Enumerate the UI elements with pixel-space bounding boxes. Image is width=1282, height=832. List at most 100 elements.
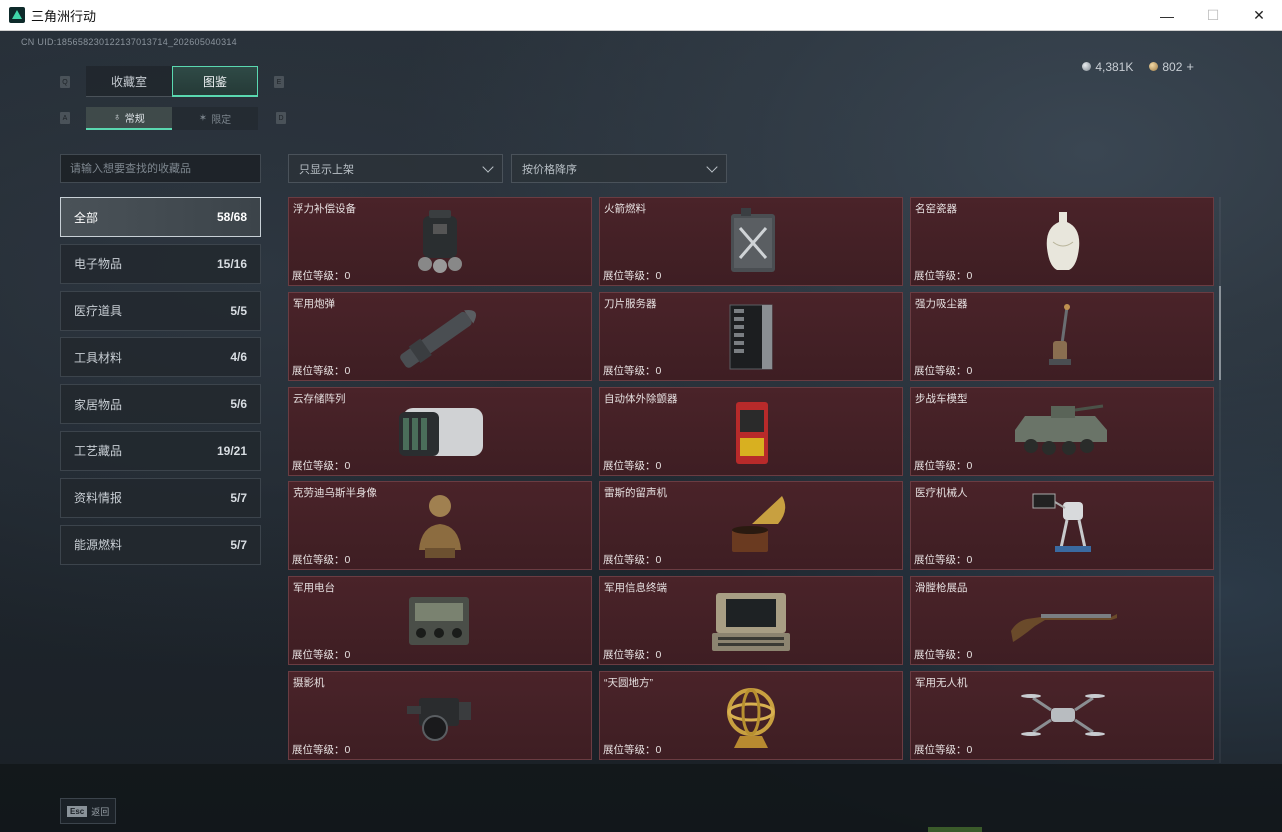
- item-display-level: 展位等级：0: [292, 270, 351, 282]
- scrollbar-thumb[interactable]: [1219, 286, 1221, 380]
- item-display-level: 展位等级：0: [603, 744, 662, 756]
- gold-currency: 802 +: [1149, 59, 1194, 74]
- item-name: 强力吸尘器: [915, 297, 968, 310]
- blade-server-icon: [696, 301, 806, 373]
- item-card[interactable]: 滑膛枪展品 展位等级：0: [910, 576, 1214, 666]
- item-card[interactable]: 克劳迪乌斯半身像 展位等级：0: [288, 481, 592, 571]
- category-count: 19/21: [216, 443, 247, 458]
- defibrillator-icon: [696, 396, 806, 468]
- item-name: 克劳迪乌斯半身像: [293, 487, 377, 500]
- item-display-level: 展位等级：0: [292, 649, 351, 662]
- user-uid: CN UID:1856582301221370137​14_2026050403…: [21, 37, 237, 47]
- item-display-level: 展位等级：0: [914, 554, 973, 567]
- item-card[interactable]: 军用信息终端 展位等级：0: [599, 576, 903, 666]
- item-name: 军用信息终端: [604, 582, 667, 595]
- category-count: 5/5: [230, 303, 247, 318]
- item-display-level: 展位等级：0: [914, 744, 973, 756]
- buoyancy-device-icon: [385, 206, 495, 278]
- item-name: 军用无人机: [915, 677, 968, 689]
- minimize-button[interactable]: —: [1144, 0, 1190, 31]
- subtab-normal-label: 常规: [124, 114, 145, 125]
- item-name: 步战车模型: [915, 392, 968, 405]
- sort-dropdown[interactable]: 按价格降序: [511, 154, 727, 183]
- tab-collection-room[interactable]: 收藏室: [86, 66, 172, 97]
- item-card[interactable]: 刀片服务器 展位等级：0: [599, 291, 903, 381]
- category-count: 4/6: [230, 350, 247, 365]
- item-display-level: 展位等级：0: [292, 744, 351, 756]
- key-hint-a: A: [60, 112, 70, 124]
- gold-coin-icon: [1149, 62, 1159, 71]
- game-area: CN UID:1856582301221370137​14_2026050403…: [0, 31, 1282, 832]
- camera-icon: [385, 680, 495, 752]
- subtab-limited[interactable]: ✶ 限定: [172, 107, 258, 130]
- sort-label: 按价格降序: [522, 163, 577, 176]
- info-terminal-icon: [696, 585, 806, 657]
- add-currency-button[interactable]: +: [1186, 59, 1194, 74]
- category-count: 5/7: [230, 537, 247, 552]
- armillary-sphere-icon: [696, 680, 806, 752]
- category-energy[interactable]: 能源燃料 5/7: [60, 524, 261, 565]
- tab-catalog[interactable]: 图鉴: [172, 66, 258, 97]
- item-card[interactable]: 摄影机 展位等级：0: [288, 671, 592, 760]
- close-button[interactable]: ✕: [1236, 0, 1282, 31]
- category-crafts[interactable]: 工艺藏品 19/21: [60, 430, 261, 471]
- category-electronics[interactable]: 电子物品 15/16: [60, 243, 261, 284]
- shelf-filter-dropdown[interactable]: 只显示上架: [288, 154, 503, 183]
- item-card[interactable]: 云存储阵列 展位等级：0: [288, 386, 592, 476]
- category-label: 工艺藏品: [74, 444, 123, 459]
- category-household[interactable]: 家居物品 5/6: [60, 384, 261, 425]
- item-display-level: 展位等级：0: [292, 459, 351, 472]
- window-controls: — ☐ ✕: [1144, 0, 1282, 31]
- item-card[interactable]: 名窑瓷器 展位等级：0: [910, 197, 1214, 286]
- back-label: 返回: [91, 806, 110, 817]
- scroll-track: [1219, 197, 1221, 763]
- category-count: 5/7: [230, 490, 247, 505]
- item-name: “天圆地方”: [604, 677, 653, 689]
- item-display-level: 展位等级：0: [603, 649, 662, 662]
- shelf-filter-label: 只显示上架: [299, 163, 354, 176]
- item-card[interactable]: 军用无人机展位等级：0: [910, 671, 1214, 760]
- category-medical[interactable]: 医疗道具 5/5: [60, 290, 261, 331]
- item-card[interactable]: 军用炮弹 展位等级：0: [288, 291, 592, 381]
- app-logo-icon: [9, 7, 25, 23]
- subtab-normal[interactable]: ♁ 常规: [86, 107, 172, 130]
- item-card[interactable]: 军用电台展位等级：0: [288, 576, 592, 666]
- item-name: 雷斯的留声机: [604, 487, 667, 500]
- limited-icon: ✶: [198, 113, 208, 124]
- esc-key-hint: Esc: [67, 805, 88, 817]
- item-card[interactable]: 医疗机械人 展位等级：0: [910, 481, 1214, 571]
- item-display-level: 展位等级：0: [603, 270, 662, 282]
- item-display-level: 展位等级：0: [292, 554, 351, 567]
- silver-currency: 4,381K: [1082, 60, 1133, 74]
- drone-icon: [1007, 680, 1117, 752]
- item-card[interactable]: 雷斯的留声机 展位等级：0: [599, 481, 903, 571]
- vacuum-cleaner-icon: [1007, 301, 1117, 373]
- item-card[interactable]: 浮力补偿设备 展位等级：0: [288, 197, 592, 286]
- item-name: 军用电台: [293, 582, 335, 595]
- window-title: 三角洲行动: [31, 8, 97, 24]
- category-intel[interactable]: 资料情报 5/7: [60, 477, 261, 518]
- item-card[interactable]: 步战车模型 展位等级：0: [910, 386, 1214, 476]
- category-count: 5/6: [230, 397, 247, 412]
- maximize-button[interactable]: ☐: [1190, 0, 1236, 31]
- back-button[interactable]: Esc 返回: [60, 798, 117, 824]
- item-card[interactable]: 强力吸尘器 展位等级：0: [910, 291, 1214, 381]
- gold-amount: 802: [1162, 59, 1183, 74]
- item-card[interactable]: 自动体外除颤器 展位等级：0: [599, 386, 903, 476]
- search-input[interactable]: [60, 154, 261, 183]
- silver-amount: 4,381K: [1095, 59, 1134, 74]
- item-display-level: 展位等级：0: [603, 364, 662, 377]
- category-tools[interactable]: 工具材料 4/6: [60, 337, 261, 378]
- item-card[interactable]: “天圆地方” 展位等级：0: [599, 671, 903, 760]
- category-label: 电子物品: [74, 257, 123, 272]
- item-display-level: 展位等级：0: [603, 554, 662, 567]
- item-name: 军用炮弹: [293, 297, 335, 310]
- item-card[interactable]: 火箭燃料展位等级：0: [599, 197, 903, 286]
- category-label: 医疗道具: [74, 304, 123, 319]
- category-all[interactable]: 全部 58/68: [60, 197, 261, 237]
- item-display-level: 展位等级：0: [603, 459, 662, 472]
- category-label: 工具材料: [74, 350, 123, 365]
- item-name: 火箭燃料: [604, 203, 646, 215]
- musket-icon: [1007, 585, 1117, 657]
- category-label: 家居物品: [74, 397, 123, 412]
